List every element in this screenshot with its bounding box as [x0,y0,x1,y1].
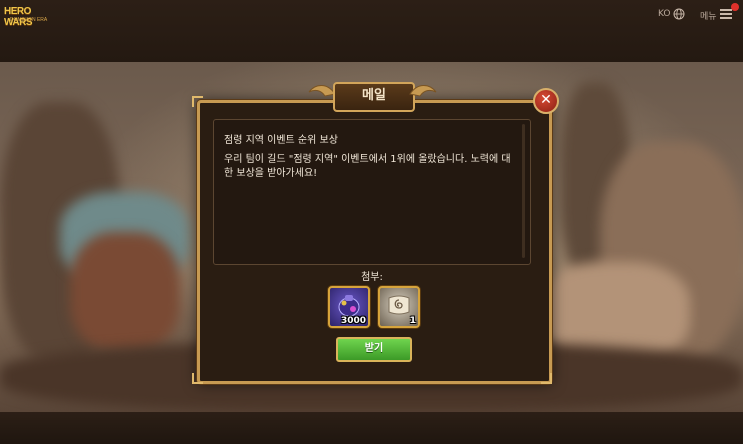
message-body: 우리 팀이 길드 "점령 지역" 이벤트에서 1위에 올랐습니다. 노력에 대한… [224,154,511,179]
frame-corner-ornament-icon [192,373,203,384]
menu-label[interactable]: 메뉴 [700,9,717,22]
notification-dot [731,3,739,11]
close-button[interactable]: ✕ [533,88,559,114]
globe-icon[interactable] [673,8,685,20]
attachment-quantity: 3000 [340,316,366,326]
message-subject: 점령 지역 이벤트 순위 보상 [224,135,338,146]
potion-bag-icon [338,295,360,317]
frame-corner-ornament-icon [192,96,203,107]
bottom-bar [0,412,743,444]
attachment-item-potion-bag[interactable]: 3000 [328,286,370,328]
title-ornament-right-icon [409,85,437,97]
game-logo[interactable]: HERO WARS DOMINION ERA [4,6,52,28]
logo-subtitle: DOMINION ERA [10,17,48,23]
claim-button[interactable]: 받기 [336,337,412,362]
dialog-title: 메일 [333,82,415,112]
language-label[interactable]: KO [658,9,671,19]
frame-corner-ornament-icon [541,373,552,384]
close-icon: ✕ [540,92,552,108]
attachment-quantity: 1 [409,316,416,326]
attachment-item-scroll[interactable]: 1 [378,286,420,328]
message-scrollbar[interactable] [522,124,525,258]
hamburger-menu-icon[interactable] [720,9,732,19]
top-bar: HERO WARS DOMINION ERA KO 메뉴 [0,0,743,62]
attachments-label: 첨부: [361,272,383,283]
scroll-icon [388,295,410,315]
